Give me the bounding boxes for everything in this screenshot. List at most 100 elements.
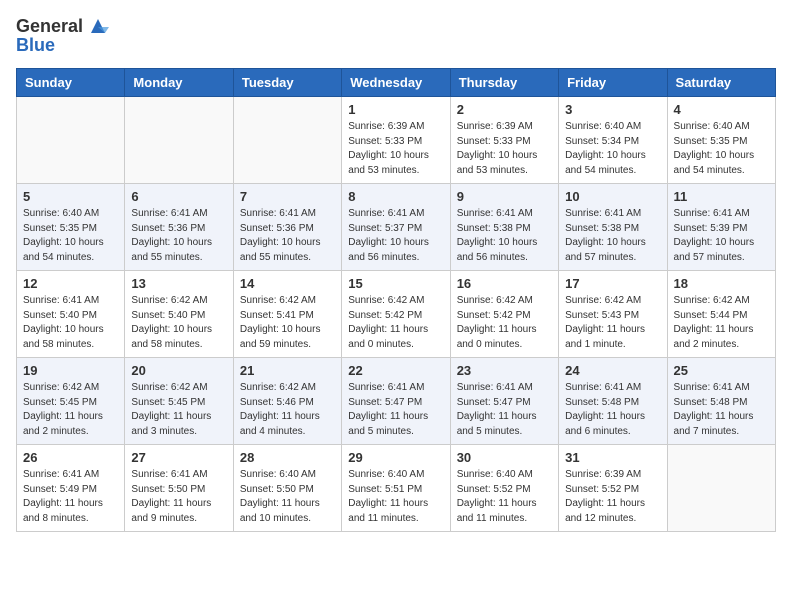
day-info: Sunrise: 6:41 AM Sunset: 5:47 PM Dayligh… (457, 381, 552, 439)
calendar-cell: 31 Sunrise: 6:39 AM Sunset: 5:52 PM Dayli… (559, 445, 667, 532)
day-info: Sunrise: 6:40 AM Sunset: 5:34 PM Dayligh… (565, 120, 660, 178)
day-info: Sunrise: 6:39 AM Sunset: 5:33 PM Dayligh… (457, 120, 552, 178)
day-header-wednesday: Wednesday (342, 69, 450, 97)
day-info: Sunrise: 6:40 AM Sunset: 5:51 PM Dayligh… (348, 468, 443, 526)
calendar-week-1: 1 Sunrise: 6:39 AM Sunset: 5:33 PM Daylig… (17, 97, 776, 184)
day-number: 10 (565, 189, 660, 204)
day-number: 9 (457, 189, 552, 204)
day-number: 3 (565, 102, 660, 117)
calendar-cell: 29 Sunrise: 6:40 AM Sunset: 5:51 PM Dayli… (342, 445, 450, 532)
day-number: 14 (240, 276, 335, 291)
calendar-cell: 17 Sunrise: 6:42 AM Sunset: 5:43 PM Dayli… (559, 271, 667, 358)
calendar-cell (667, 445, 775, 532)
calendar-cell: 10 Sunrise: 6:41 AM Sunset: 5:38 PM Dayli… (559, 184, 667, 271)
logo-blue-text: Blue (16, 35, 55, 56)
calendar-cell: 24 Sunrise: 6:41 AM Sunset: 5:48 PM Dayli… (559, 358, 667, 445)
day-info: Sunrise: 6:42 AM Sunset: 5:45 PM Dayligh… (23, 381, 118, 439)
day-info: Sunrise: 6:41 AM Sunset: 5:40 PM Dayligh… (23, 294, 118, 352)
calendar-week-4: 19 Sunrise: 6:42 AM Sunset: 5:45 PM Dayli… (17, 358, 776, 445)
day-number: 28 (240, 450, 335, 465)
day-info: Sunrise: 6:41 AM Sunset: 5:47 PM Dayligh… (348, 381, 443, 439)
day-info: Sunrise: 6:41 AM Sunset: 5:36 PM Dayligh… (131, 207, 226, 265)
calendar-cell: 13Sunrise: 6:42 AM Sunset: 5:40 PM Dayli… (125, 271, 233, 358)
day-info: Sunrise: 6:40 AM Sunset: 5:52 PM Dayligh… (457, 468, 552, 526)
day-number: 19 (23, 363, 118, 378)
calendar-cell (125, 97, 233, 184)
day-number: 17 (565, 276, 660, 291)
calendar-cell: 22 Sunrise: 6:41 AM Sunset: 5:47 PM Dayli… (342, 358, 450, 445)
calendar-cell: 26Sunrise: 6:41 AM Sunset: 5:49 PM Dayli… (17, 445, 125, 532)
calendar-cell: 5 Sunrise: 6:40 AM Sunset: 5:35 PM Daylig… (17, 184, 125, 271)
day-info: Sunrise: 6:42 AM Sunset: 5:45 PM Dayligh… (131, 381, 226, 439)
day-info: Sunrise: 6:41 AM Sunset: 5:38 PM Dayligh… (457, 207, 552, 265)
day-info: Sunrise: 6:40 AM Sunset: 5:35 PM Dayligh… (674, 120, 769, 178)
day-info: Sunrise: 6:42 AM Sunset: 5:43 PM Dayligh… (565, 294, 660, 352)
calendar-cell: 20 Sunrise: 6:42 AM Sunset: 5:45 PM Dayli… (125, 358, 233, 445)
day-number: 21 (240, 363, 335, 378)
calendar-table: SundayMondayTuesdayWednesdayThursdayFrid… (16, 68, 776, 532)
calendar-cell: 9 Sunrise: 6:41 AM Sunset: 5:38 PM Daylig… (450, 184, 558, 271)
day-header-saturday: Saturday (667, 69, 775, 97)
day-number: 15 (348, 276, 443, 291)
day-info: Sunrise: 6:42 AM Sunset: 5:44 PM Dayligh… (674, 294, 769, 352)
calendar-cell (233, 97, 341, 184)
calendar-header-row: SundayMondayTuesdayWednesdayThursdayFrid… (17, 69, 776, 97)
day-info: Sunrise: 6:41 AM Sunset: 5:36 PM Dayligh… (240, 207, 335, 265)
day-number: 1 (348, 102, 443, 117)
day-header-friday: Friday (559, 69, 667, 97)
logo-general-text: General (16, 16, 83, 37)
day-info: Sunrise: 6:42 AM Sunset: 5:42 PM Dayligh… (348, 294, 443, 352)
day-info: Sunrise: 6:41 AM Sunset: 5:38 PM Dayligh… (565, 207, 660, 265)
calendar-cell: 6Sunrise: 6:41 AM Sunset: 5:36 PM Daylig… (125, 184, 233, 271)
day-info: Sunrise: 6:41 AM Sunset: 5:39 PM Dayligh… (674, 207, 769, 265)
day-number: 12 (23, 276, 118, 291)
day-number: 23 (457, 363, 552, 378)
calendar-cell: 4 Sunrise: 6:40 AM Sunset: 5:35 PM Daylig… (667, 97, 775, 184)
day-number: 22 (348, 363, 443, 378)
calendar-cell: 28Sunrise: 6:40 AM Sunset: 5:50 PM Dayli… (233, 445, 341, 532)
calendar-cell: 3 Sunrise: 6:40 AM Sunset: 5:34 PM Daylig… (559, 97, 667, 184)
calendar-week-3: 12 Sunrise: 6:41 AM Sunset: 5:40 PM Dayli… (17, 271, 776, 358)
day-number: 29 (348, 450, 443, 465)
day-number: 31 (565, 450, 660, 465)
calendar-cell: 27Sunrise: 6:41 AM Sunset: 5:50 PM Dayli… (125, 445, 233, 532)
page-header: General Blue (16, 16, 776, 56)
calendar-cell: 19 Sunrise: 6:42 AM Sunset: 5:45 PM Dayli… (17, 358, 125, 445)
day-header-monday: Monday (125, 69, 233, 97)
calendar-cell: 16 Sunrise: 6:42 AM Sunset: 5:42 PM Dayli… (450, 271, 558, 358)
calendar-cell: 12 Sunrise: 6:41 AM Sunset: 5:40 PM Dayli… (17, 271, 125, 358)
day-header-thursday: Thursday (450, 69, 558, 97)
day-number: 11 (674, 189, 769, 204)
day-number: 16 (457, 276, 552, 291)
logo-icon (87, 15, 109, 37)
calendar-cell: 15 Sunrise: 6:42 AM Sunset: 5:42 PM Dayli… (342, 271, 450, 358)
day-number: 8 (348, 189, 443, 204)
calendar-week-2: 5 Sunrise: 6:40 AM Sunset: 5:35 PM Daylig… (17, 184, 776, 271)
calendar-cell: 2 Sunrise: 6:39 AM Sunset: 5:33 PM Daylig… (450, 97, 558, 184)
day-info: Sunrise: 6:41 AM Sunset: 5:48 PM Dayligh… (565, 381, 660, 439)
day-number: 24 (565, 363, 660, 378)
calendar-cell: 8 Sunrise: 6:41 AM Sunset: 5:37 PM Daylig… (342, 184, 450, 271)
calendar-cell: 14Sunrise: 6:42 AM Sunset: 5:41 PM Dayli… (233, 271, 341, 358)
day-header-tuesday: Tuesday (233, 69, 341, 97)
day-number: 25 (674, 363, 769, 378)
day-number: 30 (457, 450, 552, 465)
calendar-cell: 1 Sunrise: 6:39 AM Sunset: 5:33 PM Daylig… (342, 97, 450, 184)
day-number: 2 (457, 102, 552, 117)
calendar-cell: 30 Sunrise: 6:40 AM Sunset: 5:52 PM Dayli… (450, 445, 558, 532)
day-info: Sunrise: 6:41 AM Sunset: 5:48 PM Dayligh… (674, 381, 769, 439)
day-info: Sunrise: 6:42 AM Sunset: 5:42 PM Dayligh… (457, 294, 552, 352)
day-number: 4 (674, 102, 769, 117)
day-info: Sunrise: 6:40 AM Sunset: 5:35 PM Dayligh… (23, 207, 118, 265)
day-number: 5 (23, 189, 118, 204)
day-number: 27 (131, 450, 226, 465)
day-info: Sunrise: 6:42 AM Sunset: 5:40 PM Dayligh… (131, 294, 226, 352)
day-info: Sunrise: 6:39 AM Sunset: 5:52 PM Dayligh… (565, 468, 660, 526)
day-info: Sunrise: 6:42 AM Sunset: 5:46 PM Dayligh… (240, 381, 335, 439)
day-number: 20 (131, 363, 226, 378)
day-number: 7 (240, 189, 335, 204)
calendar-cell: 21 Sunrise: 6:42 AM Sunset: 5:46 PM Dayli… (233, 358, 341, 445)
day-info: Sunrise: 6:39 AM Sunset: 5:33 PM Dayligh… (348, 120, 443, 178)
calendar-cell: 11 Sunrise: 6:41 AM Sunset: 5:39 PM Dayli… (667, 184, 775, 271)
day-info: Sunrise: 6:41 AM Sunset: 5:37 PM Dayligh… (348, 207, 443, 265)
